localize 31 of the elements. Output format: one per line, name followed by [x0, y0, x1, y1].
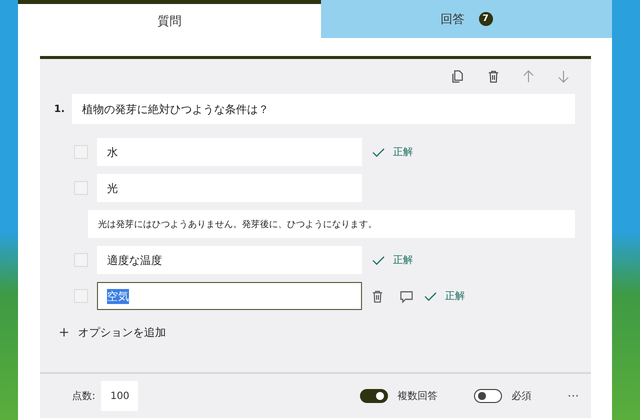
tab[interactable]: 回答 7	[321, 0, 612, 38]
feedback-field[interactable]: 光は発芽にはひつようありません。発芽後に、ひつようになります。	[88, 210, 575, 238]
question-field[interactable]: 植物の発芽に絶対ひつような条件は？	[72, 94, 575, 124]
checkbox[interactable]	[74, 289, 88, 303]
option-field[interactable]: 光	[97, 174, 362, 202]
toggle-switch[interactable]	[474, 389, 502, 403]
comment-icon[interactable]	[399, 288, 414, 304]
trash-icon[interactable]	[486, 69, 501, 84]
checkbox[interactable]	[74, 145, 88, 159]
question-number: 1.	[54, 104, 66, 114]
correct-answer-toggle[interactable]: 正解	[372, 145, 413, 159]
check-icon	[372, 254, 385, 266]
check-icon	[372, 146, 385, 158]
correct-answer-toggle[interactable]: 正解	[372, 253, 413, 267]
points-label: 点数:	[72, 390, 96, 403]
points-field[interactable]: 100	[101, 381, 138, 411]
toggle-label: 複数回答	[398, 390, 438, 403]
option-field[interactable]: 適度な温度	[97, 246, 362, 274]
option-field[interactable]: 空気	[97, 282, 362, 310]
trash-icon[interactable]	[370, 288, 385, 304]
count-badge: 7	[478, 12, 492, 26]
check-icon	[424, 290, 437, 302]
add-option-button[interactable]: ＋ オプションを追加	[56, 322, 166, 343]
checkbox[interactable]	[74, 253, 88, 267]
correct-answer-toggle[interactable]: 正解	[424, 289, 465, 303]
copy-icon[interactable]	[451, 69, 466, 84]
checkbox[interactable]	[74, 181, 88, 195]
toggle-label: 必須	[512, 390, 532, 403]
more-button[interactable]: ···	[568, 389, 579, 403]
option-field[interactable]: 水	[97, 138, 362, 166]
toggle-switch[interactable]	[360, 389, 388, 403]
